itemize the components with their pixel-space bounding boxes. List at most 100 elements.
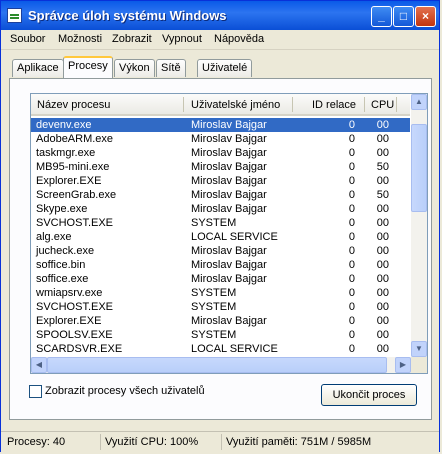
show-all-users-label[interactable]: Zobrazit procesy všech uživatelů	[45, 385, 205, 397]
process-session-id: 0	[348, 343, 355, 355]
maximize-button[interactable]: □	[393, 6, 414, 27]
tab-performance[interactable]: Výkon	[114, 59, 155, 77]
process-cpu: 00	[376, 119, 389, 131]
menu-file[interactable]: Soubor	[10, 33, 45, 45]
process-session-id: 0	[348, 119, 355, 131]
process-user: Miroslav Bajgar	[191, 245, 267, 257]
process-cpu: 00	[376, 133, 389, 145]
tab-networking[interactable]: Sítě	[156, 59, 186, 77]
process-list[interactable]: Název procesu Uživatelské jméno ID relac…	[30, 93, 428, 374]
task-manager-icon	[7, 8, 22, 23]
process-row[interactable]: soffice.exe Miroslav Bajgar 0 00	[31, 272, 410, 286]
show-all-users-checkbox[interactable]	[29, 385, 42, 398]
process-row[interactable]: AdobeARM.exe Miroslav Bajgar 0 00	[31, 132, 410, 146]
process-cpu: 00	[376, 301, 389, 313]
column-divider[interactable]	[183, 97, 184, 112]
list-header: Název procesu Uživatelské jméno ID relac…	[31, 94, 410, 116]
process-cpu: 50	[376, 161, 389, 173]
process-name: wmiapsrv.exe	[36, 287, 103, 299]
process-name: alg.exe	[36, 231, 72, 243]
process-row[interactable]: Explorer.EXE Miroslav Bajgar 0 00	[31, 314, 410, 328]
process-row[interactable]: SVCHOST.EXE SYSTEM 0 00	[31, 300, 410, 314]
process-user: Miroslav Bajgar	[191, 273, 267, 285]
process-session-id: 0	[348, 301, 355, 313]
column-header-user[interactable]: Uživatelské jméno	[191, 99, 280, 111]
status-cpu-usage: Využití CPU: 100%	[105, 436, 199, 448]
process-session-id: 0	[348, 147, 355, 159]
status-divider	[100, 434, 101, 450]
close-button[interactable]: ×	[415, 6, 436, 27]
process-row[interactable]: SPOOLSV.EXE SYSTEM 0 00	[31, 328, 410, 342]
process-cpu: 00	[376, 259, 389, 271]
minimize-button[interactable]: _	[371, 6, 392, 27]
title-bar[interactable]: Správce úloh systému Windows _ □ ×	[1, 1, 439, 30]
vertical-scroll-thumb[interactable]	[411, 124, 427, 212]
scroll-up-button[interactable]: ▲	[411, 94, 427, 110]
process-user: Miroslav Bajgar	[191, 203, 267, 215]
process-name: devenv.exe	[36, 119, 92, 131]
column-divider[interactable]	[396, 97, 397, 112]
menu-bar: Soubor Možnosti Zobrazit Vypnout Nápověd…	[1, 30, 439, 50]
process-cpu: 00	[376, 287, 389, 299]
process-row[interactable]: Explorer.EXE Miroslav Bajgar 0 00	[31, 174, 410, 188]
process-row[interactable]: jucheck.exe Miroslav Bajgar 0 00	[31, 244, 410, 258]
horizontal-scroll-thumb[interactable]	[47, 357, 387, 373]
process-name: jucheck.exe	[36, 245, 95, 257]
menu-shutdown[interactable]: Vypnout	[162, 33, 202, 45]
horizontal-scrollbar[interactable]: ◀ ▶	[31, 357, 411, 373]
process-session-id: 0	[348, 287, 355, 299]
scroll-right-button[interactable]: ▶	[395, 357, 411, 373]
process-row[interactable]: ScreenGrab.exe Miroslav Bajgar 0 50	[31, 188, 410, 202]
column-header-cpu[interactable]: CPU	[371, 99, 394, 111]
process-user: SYSTEM	[191, 301, 237, 313]
process-row[interactable]: SVCHOST.EXE SYSTEM 0 00	[31, 216, 410, 230]
process-name: taskmgr.exe	[36, 147, 96, 159]
process-row[interactable]: SCARDSVR.EXE LOCAL SERVICE 0 00	[31, 342, 410, 356]
process-name: MB95-mini.exe	[36, 161, 110, 173]
tab-users[interactable]: Uživatelé	[197, 59, 253, 77]
menu-options[interactable]: Možnosti	[58, 33, 102, 45]
process-session-id: 0	[348, 133, 355, 145]
process-session-id: 0	[348, 161, 355, 173]
process-user: SYSTEM	[191, 217, 237, 229]
process-user: SYSTEM	[191, 329, 237, 341]
column-divider[interactable]	[292, 97, 293, 112]
end-process-button[interactable]: Ukončit proces	[321, 384, 417, 406]
status-process-count: Procesy: 40	[7, 436, 66, 448]
menu-help[interactable]: Nápověda	[214, 33, 264, 45]
process-name: soffice.exe	[36, 273, 89, 285]
process-cpu: 00	[376, 203, 389, 215]
process-user: Miroslav Bajgar	[191, 161, 267, 173]
process-row[interactable]: wmiapsrv.exe SYSTEM 0 00	[31, 286, 410, 300]
scroll-down-button[interactable]: ▼	[411, 341, 427, 357]
tab-processes[interactable]: Procesy	[63, 56, 113, 78]
process-name: Explorer.EXE	[36, 315, 102, 327]
menu-view[interactable]: Zobrazit	[112, 33, 152, 45]
column-header-session[interactable]: ID relace	[312, 99, 356, 111]
scroll-left-button[interactable]: ◀	[31, 357, 47, 373]
process-row[interactable]: alg.exe LOCAL SERVICE 0 00	[31, 230, 410, 244]
process-cpu: 00	[376, 175, 389, 187]
process-row[interactable]: MB95-mini.exe Miroslav Bajgar 0 50	[31, 160, 410, 174]
process-session-id: 0	[348, 273, 355, 285]
process-cpu: 00	[376, 315, 389, 327]
process-row[interactable]: devenv.exe Miroslav Bajgar 0 00	[31, 118, 410, 132]
process-session-id: 0	[348, 175, 355, 187]
process-name: SCARDSVR.EXE	[36, 343, 123, 355]
vertical-scrollbar[interactable]: ▲ ▼	[411, 94, 427, 357]
process-cpu: 00	[376, 329, 389, 341]
process-cpu: 00	[376, 343, 389, 355]
process-session-id: 0	[348, 245, 355, 257]
tab-applications[interactable]: Aplikace	[12, 59, 64, 77]
column-divider[interactable]	[364, 97, 365, 112]
scrollbar-corner	[411, 357, 427, 373]
process-user: Miroslav Bajgar	[191, 189, 267, 201]
process-row[interactable]: soffice.bin Miroslav Bajgar 0 00	[31, 258, 410, 272]
process-user: Miroslav Bajgar	[191, 175, 267, 187]
column-header-name[interactable]: Název procesu	[37, 99, 110, 111]
process-cpu: 00	[376, 273, 389, 285]
process-user: Miroslav Bajgar	[191, 119, 267, 131]
process-user: SYSTEM	[191, 287, 237, 299]
process-row[interactable]: taskmgr.exe Miroslav Bajgar 0 00	[31, 146, 410, 160]
process-row[interactable]: Skype.exe Miroslav Bajgar 0 00	[31, 202, 410, 216]
